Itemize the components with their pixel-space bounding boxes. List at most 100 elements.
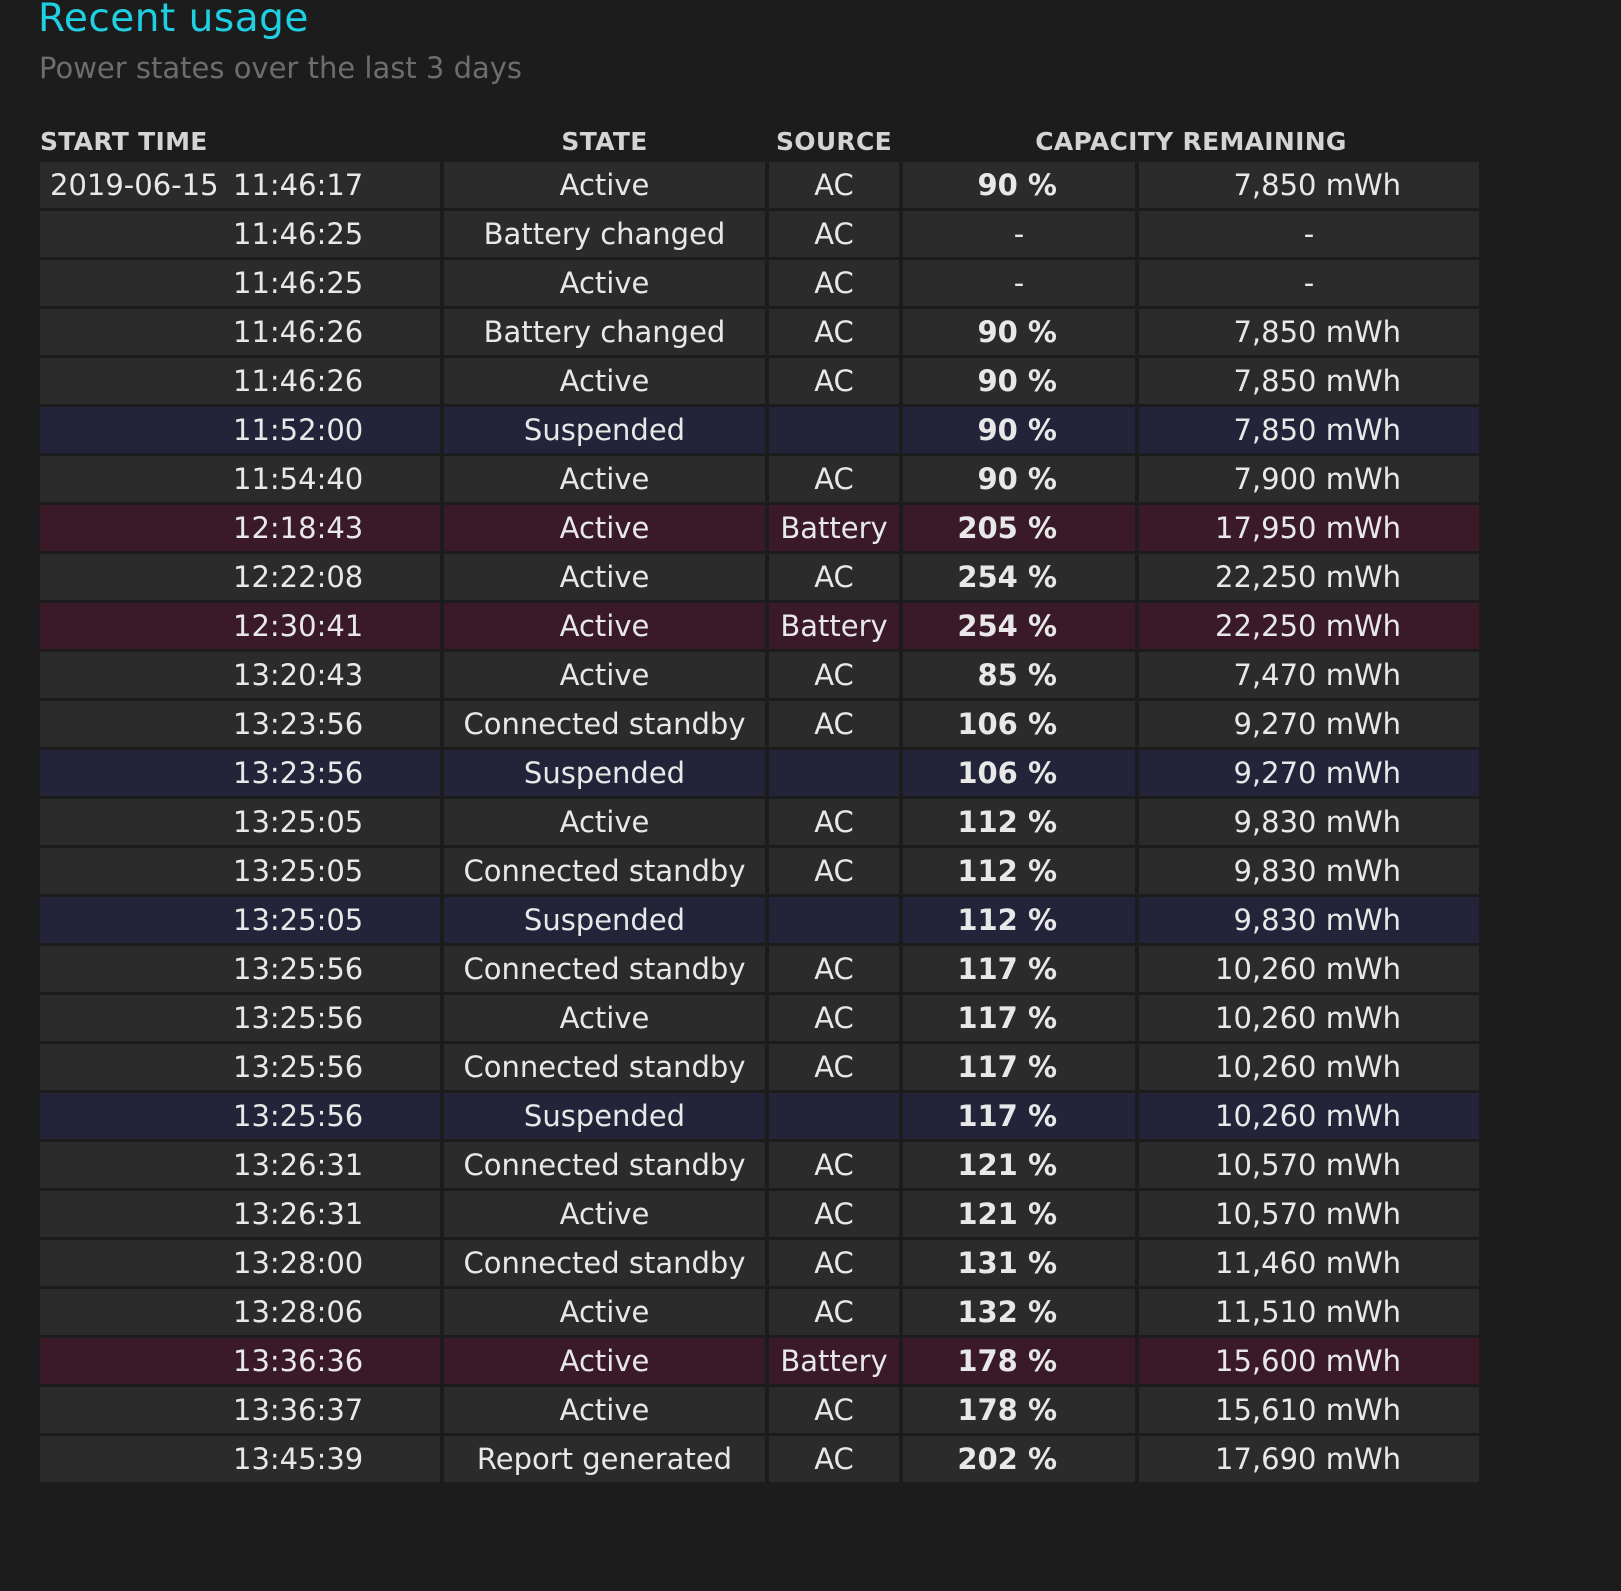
start-time: 13:20:43 xyxy=(233,658,364,692)
cell-capacity-mwh: 9,270 mWh xyxy=(1139,701,1479,747)
cell-capacity-percent: 117 % xyxy=(903,1093,1135,1139)
cell-state: Active xyxy=(444,603,765,649)
cell-source: AC xyxy=(769,946,899,992)
start-time: 13:26:31 xyxy=(233,1197,364,1231)
cell-capacity-percent: 106 % xyxy=(903,750,1135,796)
cell-start-time: 13:25:56 xyxy=(40,946,440,992)
cell-capacity-percent: 112 % xyxy=(903,799,1135,845)
cell-capacity-mwh: 7,470 mWh xyxy=(1139,652,1479,698)
cell-start-time: 13:36:36 xyxy=(40,1338,440,1384)
page-subtitle: Power states over the last 3 days xyxy=(39,51,523,85)
page-title: Recent usage xyxy=(38,0,309,41)
cell-state: Connected standby xyxy=(444,1240,765,1286)
cell-capacity-percent: 90 % xyxy=(903,309,1135,355)
table-row: 11:54:40 Active AC 90 % 7,900 mWh xyxy=(40,456,1479,502)
cell-source: AC xyxy=(769,456,899,502)
cell-capacity-mwh: 10,260 mWh xyxy=(1139,1093,1479,1139)
cell-start-time: 13:25:05 xyxy=(40,848,440,894)
cell-source: AC xyxy=(769,799,899,845)
cell-capacity-percent: 90 % xyxy=(903,456,1135,502)
cell-capacity-mwh: 10,260 mWh xyxy=(1139,1044,1479,1090)
cell-source xyxy=(769,897,899,943)
cell-capacity-percent: 117 % xyxy=(903,1044,1135,1090)
start-time: 13:25:56 xyxy=(233,952,364,986)
cell-start-time: 13:25:05 xyxy=(40,799,440,845)
cell-capacity-percent: 254 % xyxy=(903,603,1135,649)
cell-state: Report generated xyxy=(444,1436,765,1482)
cell-start-time: 13:23:56 xyxy=(40,750,440,796)
cell-source: AC xyxy=(769,358,899,404)
table-row: 11:46:25 Active AC - - xyxy=(40,260,1479,306)
cell-source: AC xyxy=(769,1387,899,1433)
table-row: 11:46:25 Battery changed AC - - xyxy=(40,211,1479,257)
cell-capacity-mwh: 9,830 mWh xyxy=(1139,848,1479,894)
cell-capacity-percent: 254 % xyxy=(903,554,1135,600)
start-time: 13:23:56 xyxy=(233,756,364,790)
cell-start-time: 13:20:43 xyxy=(40,652,440,698)
start-time: 13:25:05 xyxy=(233,903,364,937)
header-row: START TIME STATE SOURCE CAPACITY REMAINI… xyxy=(40,123,1479,159)
cell-capacity-mwh: 17,950 mWh xyxy=(1139,505,1479,551)
cell-state: Active xyxy=(444,358,765,404)
cell-capacity-percent: 112 % xyxy=(903,848,1135,894)
cell-state: Active xyxy=(444,652,765,698)
cell-start-time: 13:26:31 xyxy=(40,1191,440,1237)
cell-capacity-percent: 90 % xyxy=(903,358,1135,404)
table-header: START TIME STATE SOURCE CAPACITY REMAINI… xyxy=(40,123,1479,159)
cell-capacity-percent: - xyxy=(903,260,1135,306)
cell-state: Active xyxy=(444,799,765,845)
cell-start-time: 12:30:41 xyxy=(40,603,440,649)
cell-capacity-mwh: 7,850 mWh xyxy=(1139,162,1479,208)
table-row: 13:36:36 Active Battery 178 % 15,600 mWh xyxy=(40,1338,1479,1384)
cell-state: Battery changed xyxy=(444,211,765,257)
table-row: 13:25:56 Active AC 117 % 10,260 mWh xyxy=(40,995,1479,1041)
cell-capacity-mwh: 9,270 mWh xyxy=(1139,750,1479,796)
start-time: 13:28:06 xyxy=(233,1295,364,1329)
cell-start-time: 2019-06-15 11:46:17 xyxy=(40,162,440,208)
cell-source: AC xyxy=(769,309,899,355)
start-time: 11:46:17 xyxy=(233,168,364,202)
cell-source: AC xyxy=(769,1289,899,1335)
start-time: 11:46:26 xyxy=(233,315,364,349)
table-row: 13:26:31 Active AC 121 % 10,570 mWh xyxy=(40,1191,1479,1237)
cell-start-time: 13:26:31 xyxy=(40,1142,440,1188)
cell-source xyxy=(769,407,899,453)
cell-source: Battery xyxy=(769,1338,899,1384)
cell-capacity-mwh: 22,250 mWh xyxy=(1139,603,1479,649)
cell-start-time: 12:18:43 xyxy=(40,505,440,551)
cell-start-time: 13:28:00 xyxy=(40,1240,440,1286)
column-header-source: SOURCE xyxy=(775,126,893,156)
start-time: 12:22:08 xyxy=(233,560,364,594)
cell-start-time: 13:25:56 xyxy=(40,1093,440,1139)
cell-capacity-mwh: 11,510 mWh xyxy=(1139,1289,1479,1335)
start-time: 13:36:37 xyxy=(233,1393,364,1427)
cell-start-time: 12:22:08 xyxy=(40,554,440,600)
cell-start-time: 11:46:26 xyxy=(40,309,440,355)
cell-source: AC xyxy=(769,554,899,600)
cell-source: AC xyxy=(769,701,899,747)
table-row: 13:28:06 Active AC 132 % 11,510 mWh xyxy=(40,1289,1479,1335)
cell-state: Active xyxy=(444,1289,765,1335)
table-row: 11:46:26 Battery changed AC 90 % 7,850 mWh xyxy=(40,309,1479,355)
table-row: 13:25:05 Active AC 112 % 9,830 mWh xyxy=(40,799,1479,845)
start-time: 13:26:31 xyxy=(233,1148,364,1182)
cell-capacity-percent: 106 % xyxy=(903,701,1135,747)
table-row: 13:25:56 Suspended 117 % 10,260 mWh xyxy=(40,1093,1479,1139)
cell-start-time: 11:52:00 xyxy=(40,407,440,453)
cell-start-time: 11:46:25 xyxy=(40,260,440,306)
start-time: 11:46:26 xyxy=(233,364,364,398)
start-time: 11:46:25 xyxy=(233,266,364,300)
recent-usage-table: START TIME STATE SOURCE CAPACITY REMAINI… xyxy=(36,120,1483,1485)
cell-capacity-mwh: 7,850 mWh xyxy=(1139,309,1479,355)
cell-capacity-percent: 121 % xyxy=(903,1191,1135,1237)
cell-capacity-mwh: 7,850 mWh xyxy=(1139,358,1479,404)
cell-capacity-percent: 132 % xyxy=(903,1289,1135,1335)
table-row: 13:25:56 Connected standby AC 117 % 10,260 m… xyxy=(40,1044,1479,1090)
start-time: 12:30:41 xyxy=(233,609,364,643)
cell-state: Active xyxy=(444,456,765,502)
cell-capacity-mwh: 11,460 mWh xyxy=(1139,1240,1479,1286)
table-row: 13:26:31 Connected standby AC 121 % 10,570 m… xyxy=(40,1142,1479,1188)
table-row: 13:23:56 Suspended 106 % 9,270 mWh xyxy=(40,750,1479,796)
start-time: 13:25:56 xyxy=(233,1099,364,1133)
start-time: 13:36:36 xyxy=(233,1344,364,1378)
